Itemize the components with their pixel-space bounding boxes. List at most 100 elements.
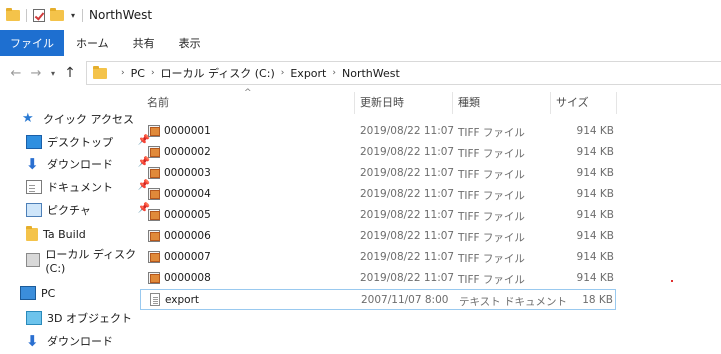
column-divider[interactable]	[616, 92, 617, 114]
file-date: 2019/08/22 11:07	[360, 272, 455, 284]
window-title: NorthWest	[89, 8, 153, 22]
breadcrumb-export[interactable]: Export	[290, 67, 326, 80]
file-size: 18 KB	[582, 294, 613, 306]
divider	[26, 8, 27, 22]
sidebar-item-label: PC	[41, 286, 56, 300]
customize-toolbar-dropdown-icon[interactable]: ▾	[71, 11, 75, 20]
file-row[interactable]: 0000005 2019/08/22 11:07 TIFF ファイル 914 K…	[140, 205, 616, 226]
column-header-type[interactable]: 種類	[458, 94, 480, 110]
navigation-bar: ← → ▾ ↑ › PC › ローカル ディスク (C:) › Export ›…	[0, 57, 721, 89]
sidebar-item-downloads-pc[interactable]: ⬇ ダウンロード	[26, 330, 156, 352]
address-bar[interactable]: › PC › ローカル ディスク (C:) › Export › NorthWe…	[86, 61, 721, 85]
pictures-icon	[26, 203, 42, 217]
document-icon	[26, 180, 42, 194]
sidebar-item-label: ドキュメント	[47, 181, 113, 194]
file-type: TIFF ファイル	[458, 190, 525, 202]
file-date: 2019/08/22 11:07	[360, 146, 455, 158]
tiff-file-icon	[148, 230, 160, 242]
divider	[82, 8, 84, 22]
sidebar-item-downloads[interactable]: ⬇ ダウンロード 📌	[26, 153, 156, 175]
file-date: 2019/08/22 11:07	[360, 167, 455, 179]
tiff-file-icon	[148, 167, 160, 179]
file-date: 2019/08/22 11:07	[360, 209, 455, 221]
file-row[interactable]: 0000008 2019/08/22 11:07 TIFF ファイル 914 K…	[140, 268, 616, 289]
file-date: 2019/08/22 11:07	[360, 188, 455, 200]
tiff-file-icon	[148, 188, 160, 200]
column-divider[interactable]	[354, 92, 355, 114]
breadcrumb-pc[interactable]: PC	[131, 67, 145, 80]
sidebar-item-pictures[interactable]: ピクチャ 📌	[26, 199, 156, 221]
file-name: 0000004	[164, 188, 211, 200]
sidebar-item-quick-access[interactable]: ★ クイック アクセス	[22, 108, 142, 130]
column-divider[interactable]	[550, 92, 551, 114]
column-header-name[interactable]: 名前	[147, 94, 169, 110]
tab-home[interactable]: ホーム	[64, 30, 121, 56]
file-size: 914 KB	[576, 188, 614, 200]
column-header-date[interactable]: 更新日時	[360, 94, 404, 110]
sidebar-item-label: クイック アクセス	[43, 113, 134, 126]
recent-locations-chevron-icon[interactable]: ▾	[46, 69, 60, 78]
file-name: 0000006	[164, 230, 211, 242]
download-icon: ⬇	[26, 155, 39, 173]
download-icon: ⬇	[26, 332, 39, 350]
sidebar-item-3d-objects[interactable]: 3D オブジェクト	[26, 307, 156, 329]
chevron-right-icon[interactable]: ›	[281, 68, 285, 78]
sidebar-item-documents[interactable]: ドキュメント 📌	[26, 176, 156, 198]
file-date: 2019/08/22 11:07	[360, 125, 455, 137]
folder-icon	[26, 225, 38, 241]
file-date: 2019/08/22 11:07	[360, 251, 455, 263]
sidebar-item-pc[interactable]: PC	[20, 282, 150, 304]
file-name: 0000005	[164, 209, 211, 221]
sidebar-item-label: ピクチャ	[47, 204, 91, 217]
breadcrumb-northwest[interactable]: NorthWest	[342, 67, 400, 80]
tab-view[interactable]: 表示	[167, 30, 213, 56]
file-name: 0000001	[164, 125, 211, 137]
sidebar-item-ta-build[interactable]: Ta Build	[26, 223, 156, 245]
file-row-selected[interactable]: export 2007/11/07 8:00 テキスト ドキュメント 18 KB	[140, 289, 616, 310]
chevron-right-icon[interactable]: ›	[121, 68, 125, 78]
sidebar-item-label: ダウンロード	[47, 158, 113, 171]
cursor-artifact	[671, 280, 673, 282]
file-type: TIFF ファイル	[458, 274, 525, 286]
chevron-right-icon[interactable]: ›	[151, 68, 155, 78]
sidebar-item-label: 3D オブジェクト	[47, 312, 132, 325]
file-type: TIFF ファイル	[458, 232, 525, 244]
tiff-file-icon	[148, 251, 160, 263]
tiff-file-icon	[148, 146, 160, 158]
sidebar-item-desktop[interactable]: デスクトップ 📌	[26, 131, 156, 153]
star-icon: ★	[22, 111, 34, 126]
chevron-right-icon[interactable]: ›	[332, 68, 336, 78]
file-date: 2007/11/07 8:00	[361, 294, 449, 306]
folder-icon	[93, 65, 107, 79]
column-header-size[interactable]: サイズ	[556, 94, 589, 110]
file-row[interactable]: 0000001 2019/08/22 11:07 TIFF ファイル 914 K…	[140, 121, 616, 142]
forward-arrow-icon[interactable]: →	[26, 66, 46, 81]
properties-icon[interactable]	[33, 8, 45, 22]
title-bar: ▾ NorthWest	[0, 0, 721, 30]
file-row[interactable]: 0000002 2019/08/22 11:07 TIFF ファイル 914 K…	[140, 142, 616, 163]
file-row[interactable]: 0000007 2019/08/22 11:07 TIFF ファイル 914 K…	[140, 247, 616, 268]
breadcrumb-local-disk[interactable]: ローカル ディスク (C:)	[161, 65, 275, 81]
file-name: 0000003	[164, 167, 211, 179]
file-row[interactable]: 0000003 2019/08/22 11:07 TIFF ファイル 914 K…	[140, 163, 616, 184]
column-divider[interactable]	[452, 92, 453, 114]
file-row[interactable]: 0000004 2019/08/22 11:07 TIFF ファイル 914 K…	[140, 184, 616, 205]
up-arrow-icon[interactable]: ↑	[60, 65, 80, 81]
tab-file[interactable]: ファイル	[0, 30, 64, 56]
new-folder-icon[interactable]	[50, 7, 64, 21]
desktop-icon	[26, 135, 42, 149]
folder-icon[interactable]	[6, 7, 20, 21]
file-type: TIFF ファイル	[458, 148, 525, 160]
file-list: ^ 名前 更新日時 種類 サイズ 0000001 2019/08/22 11:0…	[140, 88, 721, 354]
file-row[interactable]: 0000006 2019/08/22 11:07 TIFF ファイル 914 K…	[140, 226, 616, 247]
file-size: 914 KB	[576, 272, 614, 284]
column-header-row: ^ 名前 更新日時 種類 サイズ	[140, 88, 721, 116]
back-arrow-icon[interactable]: ←	[6, 66, 26, 81]
sidebar-item-label: デスクトップ	[47, 136, 113, 149]
ribbon-tabs: ファイル ホーム 共有 表示	[0, 30, 721, 56]
tab-share[interactable]: 共有	[121, 30, 167, 56]
breadcrumb: › PC › ローカル ディスク (C:) › Export › NorthWe…	[115, 65, 400, 81]
sidebar-item-local-disk[interactable]: ローカル ディスク (C:)	[26, 248, 146, 275]
text-file-icon	[150, 293, 160, 306]
file-size: 914 KB	[576, 251, 614, 263]
